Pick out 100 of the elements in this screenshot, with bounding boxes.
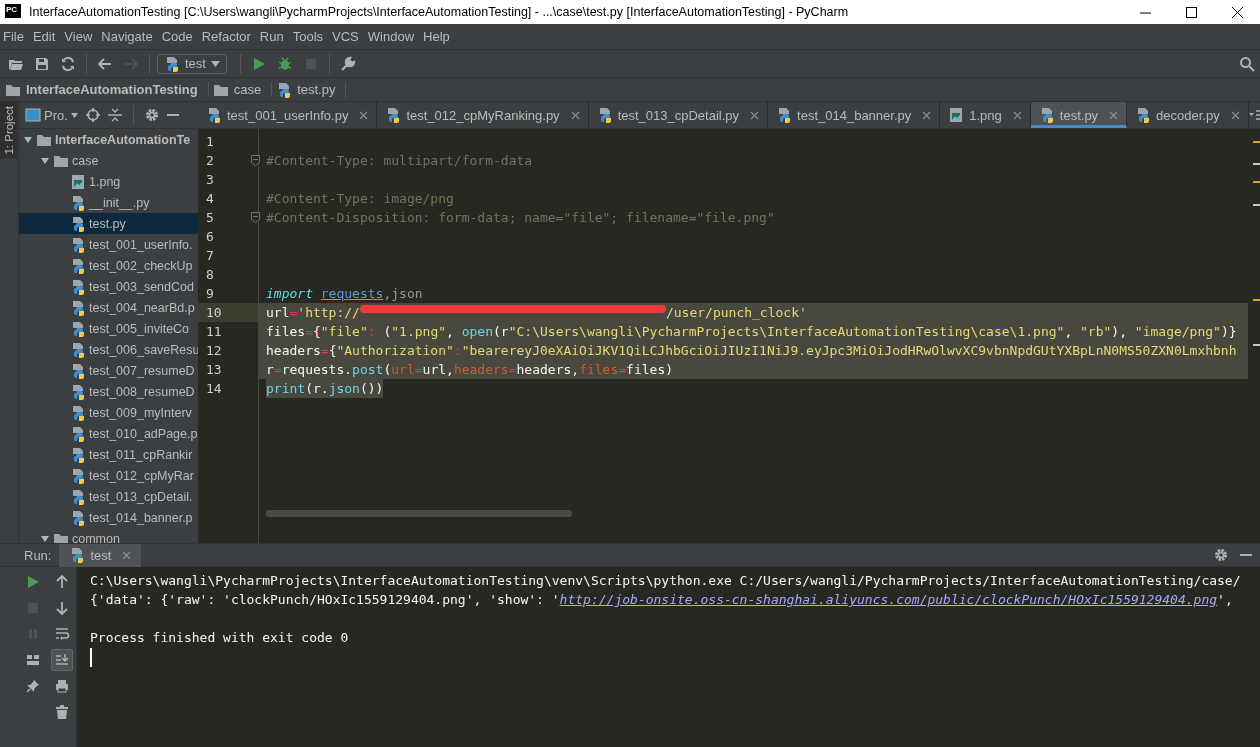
run-config-dropdown[interactable]: test [157,53,227,74]
tree-item[interactable]: test_004_nearBd.p [19,297,198,318]
locate-icon[interactable] [85,108,100,122]
line-number: 13 [206,362,222,377]
code-line: files={"file": ("1.png", open(r"C:\Users\wangli\PycharmProjects\InterfaceAutomationTesting\case\1.png", "rb"), "image/png")} [266,324,1237,339]
folder-icon [53,153,69,168]
python-file-icon [70,194,86,211]
tree-item[interactable]: test_005_inviteCo [19,318,198,339]
folder-icon [212,82,229,97]
menu-item[interactable]: Code [158,29,199,44]
menu-item[interactable]: Edit [29,29,62,44]
tree-item[interactable]: test_007_resumeD [19,360,198,381]
python-file-icon [70,404,86,421]
menu-item[interactable]: Refactor [198,29,257,44]
project-tool-tab[interactable]: 1: Project [0,102,17,159]
tree-item[interactable]: test_001_userInfo. [19,234,198,255]
menu-item[interactable]: File [0,29,30,44]
code-line: headers={"Authorization":"bearereyJ0eXAiOiJKV1QiLCJhbGciOiJIUzI1NiJ9.eyJpc3MiOiJodHRwOlwvXC9vbnNpdGUtYXBpLnN0MS50ZXN0Lmxhbnh [266,343,1237,358]
python-file-icon [70,425,86,442]
expanded-arrow-icon[interactable] [40,533,50,543]
fold-marker-icon[interactable] [251,155,260,166]
python-file-icon [70,446,86,463]
line-number: 10 [206,305,222,320]
tree-item[interactable]: test_008_resumeD [19,381,198,402]
expanded-arrow-icon[interactable] [40,155,50,166]
tree-item[interactable]: test.py [19,213,198,234]
code-line: import requests,json [266,286,423,301]
run-tab[interactable]: test [59,543,142,567]
tree-item[interactable]: test_010_adPage.p [19,423,198,444]
settings-icon[interactable] [144,108,159,122]
expanded-arrow-icon[interactable] [23,134,33,145]
project-view-dropdown[interactable]: Pro. [25,107,78,123]
python-file-icon [70,257,86,274]
tree-item[interactable]: test_014_banner.p [19,507,198,528]
line-number: 7 [206,248,214,263]
tree-item[interactable]: test_003_sendCod [19,276,198,297]
tree-item[interactable]: InterfaceAutomationTe [19,129,198,150]
line-number: 2 [206,153,214,168]
console-output-line: {'data': {'raw': 'clockPunch/HOxIc1559129404.png', 'show': 'http://job-onsite.oss-cn-shanghai.aliyuncs.com/public/clockPunch/HOxIc1559129404.png', [90,591,1234,609]
code-line: print(r.json()) [266,381,384,396]
python-file-icon [70,488,86,505]
line-number: 6 [206,229,214,244]
menu-item[interactable]: Run [256,29,290,44]
line-number: 9 [206,286,214,301]
tree-item[interactable]: test_009_myInterv [19,402,198,423]
folder-icon [5,82,21,97]
python-file-icon [385,107,402,123]
tree-item[interactable]: test_002_checkUp [19,255,198,276]
line-number: 5 [206,210,214,225]
code-line: r=requests.post(url=url,headers=headers,files=files) [266,362,674,377]
output-link[interactable]: http://job-onsite.oss-cn-shanghai.aliyuncs.com/public/clockPunch/HOxIc1559129404.png [559,592,1218,607]
breadcrumb-item[interactable]: case [212,82,273,97]
scroll-to-end-icon[interactable] [50,649,73,671]
python-file-icon [70,383,86,400]
line-number: 4 [206,191,214,206]
python-file-icon [70,362,86,379]
code-line: #Content-Type: multipart/form-data [266,153,533,168]
tree-item[interactable]: __init__.py [19,192,198,213]
python-file-icon [69,547,86,563]
menu-item[interactable]: VCS [329,29,365,44]
search-icon[interactable] [1239,55,1255,72]
menu-item[interactable]: Window [364,29,421,44]
menu-item[interactable]: Help [420,29,456,44]
python-file-icon [1135,107,1152,123]
tree-item[interactable]: case [19,150,198,171]
tab-list-icon[interactable] [1248,110,1260,120]
tree-item[interactable]: test_013_cpDetail. [19,486,198,507]
menu-item[interactable]: View [61,29,99,44]
breadcrumb-item[interactable]: test.py [276,81,347,98]
python-file-icon [164,55,180,72]
menu-item[interactable]: Navigate [98,29,159,44]
window-title: InterfaceAutomationTesting [C:\Users\wangli\PycharmProjects\InterfaceAutomationTesting] - ...\case\test.py [InterfaceAutomationTesting] - PyCharm [29,5,850,19]
tree-item[interactable]: test_012_cpMyRar [19,465,198,486]
fold-marker-icon[interactable] [251,212,260,223]
python-file-icon [776,107,793,123]
console-output-line: C:\Users\wangli\PycharmProjects\InterfaceAutomationTesting\venv\Scripts\python.exe C:/Users/wangli/PycharmProjects/InterfaceAutomationTesting/case/ [90,572,1242,590]
python-file-icon [70,278,86,295]
code-line: #Content-Disposition: form-data; name="file"; filename="file.png" [266,210,775,225]
menu-item[interactable]: Tools [289,29,330,44]
python-file-icon [70,320,86,337]
python-file-icon [70,236,86,253]
tree-item[interactable]: common [19,528,198,543]
horizontal-scrollbar[interactable] [266,510,572,517]
python-file-icon [70,509,86,526]
maximize-icon[interactable] [1185,6,1197,18]
collapse-all-icon[interactable] [107,108,122,122]
tree-item[interactable]: test_011_cpRankir [19,444,198,465]
tree-item[interactable]: test_006_saveResu [19,339,198,360]
tree-item[interactable]: 1.png [19,171,198,192]
python-file-icon [70,215,86,232]
exit-status-text: Process finished with exit code 0 [90,629,350,647]
code-line: #Content-Type: image/png [266,191,454,206]
breadcrumb-item[interactable]: InterfaceAutomationTesting [5,82,209,97]
code-line: url='http:// /user/punch_clock' [266,305,807,320]
text-cursor [90,648,92,667]
line-number: 8 [206,267,214,282]
close-icon[interactable] [1231,6,1243,18]
python-file-icon [70,467,86,484]
settings-icon[interactable] [1214,548,1228,562]
editor-tab[interactable]: test.py [1030,102,1128,128]
